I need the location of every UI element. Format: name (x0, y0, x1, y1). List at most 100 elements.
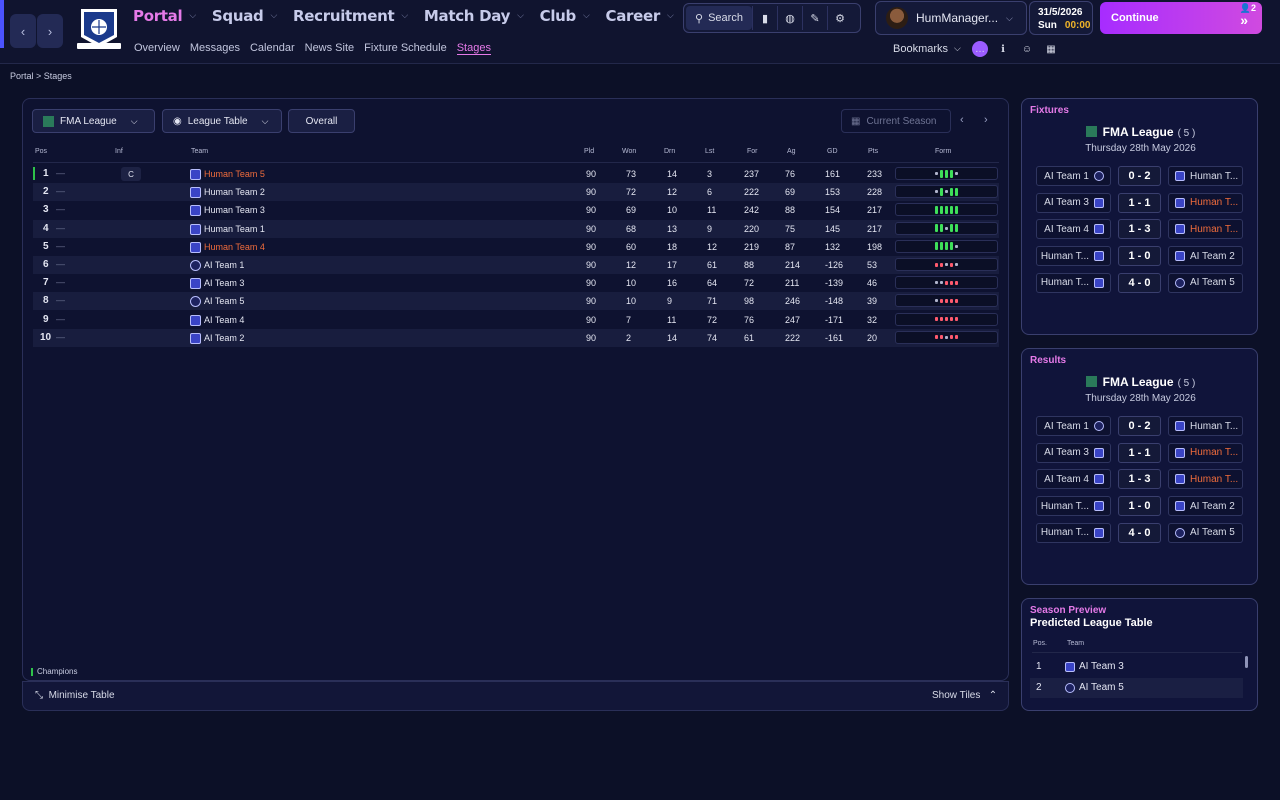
team-name-link[interactable]: Human Team 1 (204, 224, 265, 234)
away-team[interactable]: Human T... (1168, 469, 1243, 490)
preview-row[interactable]: 2 AI Team 5 (1030, 678, 1243, 698)
col-pos[interactable]: Pos (35, 148, 47, 155)
form-guide[interactable] (895, 185, 998, 199)
match-score[interactable]: 0 - 2 (1118, 166, 1161, 186)
home-team[interactable]: Human T... (1036, 246, 1111, 267)
club-crest-icon[interactable] (75, 7, 123, 51)
away-team[interactable]: AI Team 2 (1168, 496, 1243, 517)
table-row[interactable]: 6 — AI Team 1 90 12 17 61 88 214 -126 53 (33, 256, 999, 274)
away-team[interactable]: AI Team 5 (1168, 272, 1243, 293)
match-row[interactable]: AI Team 1 0 - 2 Human T... (1036, 166, 1248, 188)
match-row[interactable]: Human T... 4 - 0 AI Team 5 (1036, 272, 1248, 295)
away-team[interactable]: Human T... (1168, 442, 1243, 463)
home-team[interactable]: AI Team 3 (1036, 192, 1111, 213)
match-row[interactable]: AI Team 1 0 - 2 Human T... (1036, 416, 1248, 438)
table-row[interactable]: 5 — Human Team 4 90 60 18 12 219 87 132 198 (33, 238, 999, 256)
results-league-name[interactable]: FMA League (1103, 375, 1174, 389)
table-row[interactable]: 3 — Human Team 3 90 69 10 11 242 88 154 217 (33, 201, 999, 219)
prev-season-button[interactable]: ‹ (960, 114, 964, 126)
home-team[interactable]: AI Team 4 (1036, 469, 1111, 490)
home-team[interactable]: AI Team 1 (1036, 416, 1111, 436)
fixtures-league-name[interactable]: FMA League (1103, 125, 1174, 139)
nav-club[interactable]: Club ⌵ (540, 7, 590, 25)
subnav-overview[interactable]: Overview (134, 42, 180, 55)
form-guide[interactable] (895, 203, 998, 217)
match-score[interactable]: 4 - 0 (1118, 272, 1161, 293)
competition-dropdown[interactable]: FMA League ⌵ (32, 109, 155, 133)
scrollbar[interactable] (1245, 656, 1248, 668)
football-button[interactable]: ◍ (777, 6, 802, 30)
col-won[interactable]: Won (622, 148, 636, 155)
nav-career[interactable]: Career ⌵ (606, 7, 674, 25)
team-name-link[interactable]: AI Team 1 (204, 260, 244, 270)
away-team[interactable]: Human T... (1168, 416, 1243, 436)
table-row[interactable]: 10 — AI Team 2 90 2 14 74 61 222 -161 20 (33, 328, 999, 347)
table-row[interactable]: 7 — AI Team 3 90 10 16 64 72 211 -139 46 (33, 274, 999, 292)
next-season-button[interactable]: › (984, 114, 988, 126)
nav-squad[interactable]: Squad ⌵ (212, 7, 277, 25)
match-score[interactable]: 1 - 0 (1118, 496, 1161, 517)
nav-match-day[interactable]: Match Day ⌵ (424, 7, 524, 25)
col-drn[interactable]: Drn (664, 148, 675, 155)
match-score[interactable]: 1 - 0 (1118, 246, 1161, 267)
away-team[interactable]: Human T... (1168, 219, 1243, 240)
team-name-link[interactable]: AI Team 3 (204, 278, 244, 288)
col-pts[interactable]: Pts (868, 148, 878, 155)
match-score[interactable]: 1 - 1 (1118, 192, 1161, 213)
subnav-fixture-schedule[interactable]: Fixture Schedule (364, 42, 447, 55)
match-row[interactable]: Human T... 4 - 0 AI Team 5 (1036, 522, 1248, 545)
col-pld[interactable]: Pld (584, 148, 594, 155)
col-for[interactable]: For (747, 148, 758, 155)
season-selector[interactable]: ▦ Current Season (841, 109, 951, 133)
col-ag[interactable]: Ag (787, 148, 796, 155)
team-name-link[interactable]: Human Team 3 (204, 205, 265, 215)
table-row[interactable]: 2 — Human Team 2 90 72 12 6 222 69 153 228 (33, 183, 999, 202)
match-row[interactable]: AI Team 3 1 - 1 Human T... (1036, 192, 1248, 215)
bookmark-button[interactable]: ▮ (752, 6, 777, 30)
col-form[interactable]: Form (935, 148, 951, 155)
match-row[interactable]: AI Team 4 1 - 3 Human T... (1036, 469, 1248, 491)
continue-button[interactable]: Continue 👤2 » (1100, 2, 1262, 34)
match-row[interactable]: AI Team 4 1 - 3 Human T... (1036, 219, 1248, 241)
home-team[interactable]: AI Team 1 (1036, 166, 1111, 186)
team-name-link[interactable]: AI Team 4 (204, 315, 244, 325)
season-preview-title[interactable]: Season Preview (1030, 605, 1106, 616)
search-button[interactable]: ⚲ Search (686, 6, 752, 30)
form-guide[interactable] (895, 221, 998, 235)
overall-button[interactable]: Overall (288, 109, 355, 133)
team-name-link[interactable]: AI Team 2 (204, 333, 244, 343)
form-guide[interactable] (895, 167, 998, 180)
away-team[interactable]: Human T... (1168, 192, 1243, 213)
view-dropdown[interactable]: ◉ League Table ⌵ (162, 109, 282, 133)
calendar-icon[interactable]: ▦ (1043, 41, 1059, 57)
edit-button[interactable]: ✎ (802, 6, 827, 30)
nav-portal[interactable]: Portal ⌵ (133, 7, 196, 25)
table-row[interactable]: 4 — Human Team 1 90 68 13 9 220 75 145 217 (33, 219, 999, 238)
bookmarks-dropdown[interactable]: Bookmarks ⌵ (893, 43, 961, 55)
home-team[interactable]: Human T... (1036, 522, 1111, 543)
table-row[interactable]: 1 — C Human Team 5 90 73 14 3 237 76 161 233 (33, 165, 999, 183)
home-team[interactable]: Human T... (1036, 272, 1111, 293)
form-guide[interactable] (895, 258, 998, 271)
subnav-messages[interactable]: Messages (190, 42, 240, 55)
info-icon[interactable]: ℹ (995, 41, 1011, 57)
col-inf[interactable]: Inf (115, 148, 123, 155)
home-team[interactable]: AI Team 4 (1036, 219, 1111, 240)
form-guide[interactable] (895, 312, 998, 326)
nav-recruitment[interactable]: Recruitment ⌵ (293, 7, 408, 25)
form-guide[interactable] (895, 239, 998, 253)
breadcrumb-portal[interactable]: Portal (10, 71, 34, 81)
chat-icon[interactable]: … (972, 41, 988, 57)
fixtures-title[interactable]: Fixtures (1030, 105, 1069, 116)
back-button[interactable]: ‹ (10, 14, 36, 48)
table-row[interactable]: 8 — AI Team 5 90 10 9 71 98 246 -148 39 (33, 292, 999, 311)
col-gd[interactable]: GD (827, 148, 838, 155)
home-team[interactable]: AI Team 3 (1036, 442, 1111, 463)
col-team[interactable]: Team (191, 148, 208, 155)
away-team[interactable]: AI Team 5 (1168, 522, 1243, 543)
preview-row[interactable]: 1 AI Team 3 (1030, 657, 1243, 677)
subnav-news-site[interactable]: News Site (305, 42, 355, 55)
subnav-stages[interactable]: Stages (456, 42, 491, 55)
team-name-link[interactable]: AI Team 5 (204, 296, 244, 306)
show-tiles-button[interactable]: Show Tiles ⌃ (932, 690, 997, 701)
